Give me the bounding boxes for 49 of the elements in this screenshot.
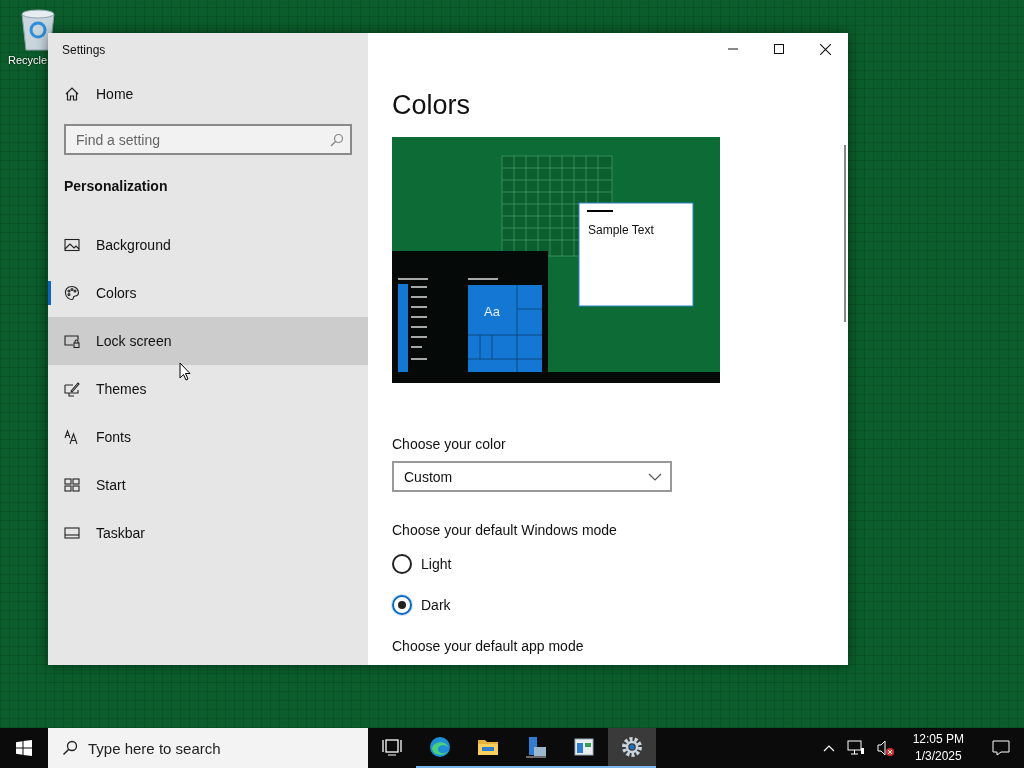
recycle-bin-icon[interactable] [18, 8, 58, 52]
field-label: Choose your color [392, 436, 507, 452]
search-field[interactable]: Find a setting [64, 124, 352, 155]
taskbar-search-field[interactable]: Type here to search [48, 728, 368, 768]
color-dropdown[interactable]: Custom [392, 461, 672, 492]
chevron-down-icon [648, 472, 662, 481]
sidebar-item[interactable]: Fonts [48, 413, 368, 461]
window-title: Settings [61, 42, 107, 59]
server-icon [524, 735, 548, 759]
section-heading: Personalization [63, 177, 169, 196]
radio-option[interactable]: Dark [392, 590, 848, 620]
sidebar-item[interactable]: Background [48, 221, 368, 269]
sidebar-item[interactable]: Lock screen [48, 317, 368, 365]
sidebar-item-icon [64, 237, 80, 253]
sidebar-item[interactable]: Themes [48, 365, 368, 413]
chevron-up-icon[interactable] [822, 744, 835, 752]
sidebar-item[interactable]: Taskbar [48, 509, 368, 557]
muted-speaker-icon[interactable] [876, 740, 895, 756]
browser-icon [428, 735, 452, 759]
theme-preview-drawing: Sample Text Aa [392, 137, 720, 383]
taskbar-app-button[interactable] [608, 728, 656, 768]
sidebar-item-icon [64, 285, 80, 301]
home-link[interactable]: Home [48, 70, 368, 118]
sidebar-item-icon [64, 381, 80, 397]
sidebar-item[interactable]: Start [48, 461, 368, 509]
clock[interactable]: 12:05 PM 1/3/2025 [912, 731, 964, 765]
sidebar-item[interactable]: Colors [48, 269, 368, 317]
gear-icon [620, 735, 644, 759]
field-label: Choose your default app mode [392, 638, 585, 655]
sidebar-item-icon [64, 429, 80, 445]
radio-button[interactable] [392, 595, 412, 615]
scrollbar-thumb[interactable] [844, 145, 846, 322]
page-heading: Colors [392, 89, 472, 122]
sidebar-item-icon [64, 477, 80, 493]
sidebar-item-icon [64, 525, 80, 541]
sidebar-item-icon [64, 333, 80, 349]
desktop-icon-label: Recycle [8, 54, 48, 66]
field-label: Choose your default Windows mode [392, 522, 618, 538]
search-icon [330, 133, 344, 147]
radio-button[interactable] [392, 554, 412, 574]
windows-logo-icon [16, 740, 32, 756]
notification-icon[interactable] [992, 740, 1010, 756]
window-icon [572, 735, 596, 759]
maximize-icon [774, 44, 784, 54]
home-icon [64, 86, 80, 102]
close-icon [819, 43, 831, 55]
network-icon[interactable] [846, 740, 865, 756]
mouse-pointer-icon [179, 362, 191, 381]
radio-option[interactable]: Light [392, 549, 848, 579]
